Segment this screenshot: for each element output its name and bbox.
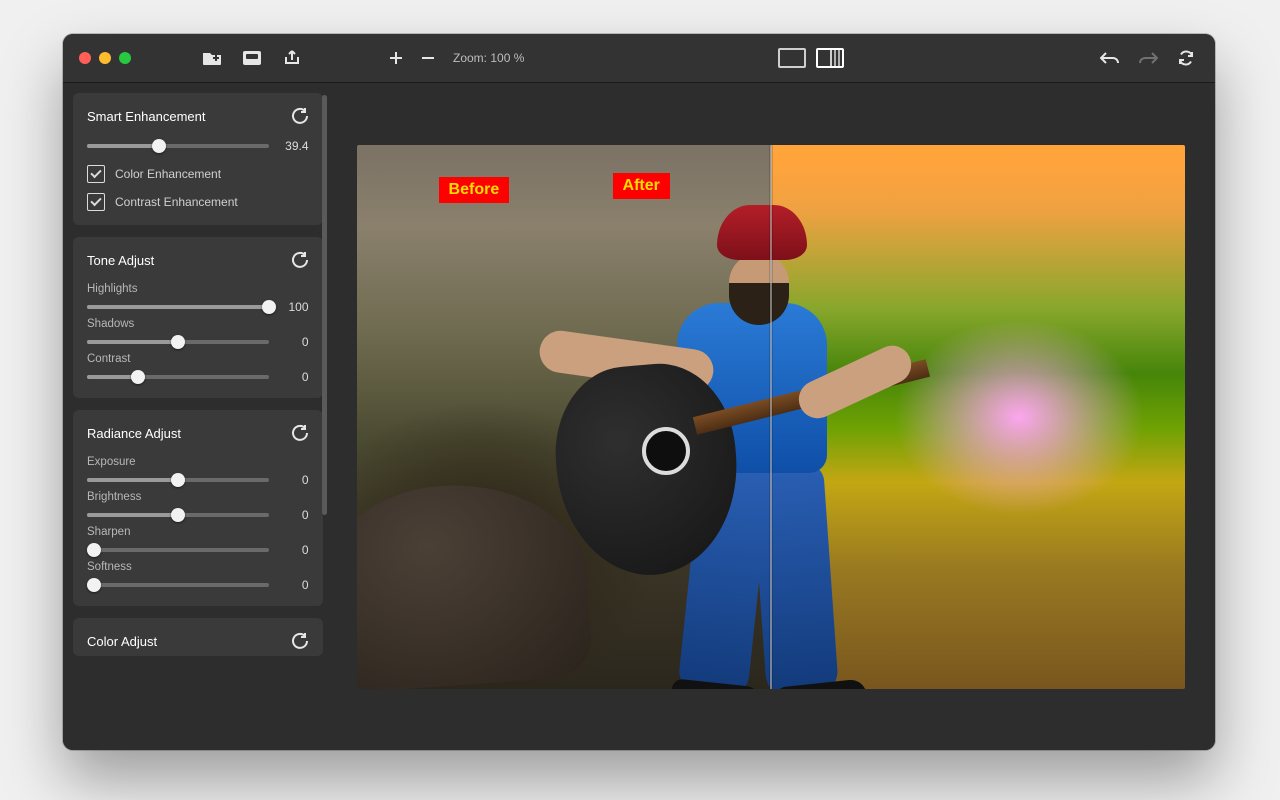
compare-divider[interactable]: [770, 145, 771, 689]
zoom-level-label: Zoom: 100 %: [453, 51, 524, 65]
sidebar[interactable]: Smart Enhancement 39.4 Color Enhancement: [63, 83, 331, 750]
panel-title: Tone Adjust: [87, 253, 154, 268]
exposure-value: 0: [279, 473, 309, 487]
smart-amount-value: 39.4: [279, 139, 309, 153]
after-badge: After: [613, 173, 670, 199]
exposure-label: Exposure: [87, 456, 309, 468]
refresh-icon: [1178, 50, 1194, 66]
contrast-value: 0: [279, 370, 309, 384]
main-body: Smart Enhancement 39.4 Color Enhancement: [63, 83, 1215, 750]
highlights-label: Highlights: [87, 283, 309, 295]
add-image-button[interactable]: [199, 45, 225, 71]
brightness-label: Brightness: [87, 491, 309, 503]
panel-radiance-adjust: Radiance Adjust Exposure 0 Brightness: [73, 410, 323, 606]
reset-icon: [291, 424, 309, 442]
sharpen-label: Sharpen: [87, 526, 309, 538]
titlebar: Zoom: 100 %: [63, 34, 1215, 83]
redo-button[interactable]: [1135, 45, 1161, 71]
brightness-slider[interactable]: [87, 513, 269, 517]
softness-label: Softness: [87, 561, 309, 573]
scrollbar[interactable]: [322, 95, 327, 515]
reset-tone-button[interactable]: [291, 251, 309, 269]
panel-title: Radiance Adjust: [87, 426, 181, 441]
color-enhancement-checkbox[interactable]: [87, 165, 105, 183]
window-controls: [79, 52, 131, 64]
single-view-button[interactable]: [778, 48, 806, 68]
reset-icon: [291, 107, 309, 125]
undo-icon: [1100, 51, 1120, 65]
folder-plus-icon: [202, 50, 222, 66]
highlights-value: 100: [279, 300, 309, 314]
contrast-label: Contrast: [87, 353, 309, 365]
reset-icon: [291, 251, 309, 269]
zoom-in-button[interactable]: [383, 45, 409, 71]
contrast-slider[interactable]: [87, 375, 269, 379]
zoom-controls: Zoom: 100 %: [383, 45, 524, 71]
highlights-slider[interactable]: [87, 305, 269, 309]
minus-icon: [421, 51, 435, 65]
reset-color-button[interactable]: [291, 632, 309, 650]
color-enhancement-label: Color Enhancement: [115, 167, 221, 181]
image-canvas[interactable]: Before After: [357, 145, 1185, 689]
split-view-button[interactable]: [816, 48, 844, 68]
sharpen-value: 0: [279, 543, 309, 557]
panel-tone-adjust: Tone Adjust Highlights 100 Shadows: [73, 237, 323, 398]
reset-smart-button[interactable]: [291, 107, 309, 125]
contrast-enhancement-label: Contrast Enhancement: [115, 195, 238, 209]
panel-smart-enhancement: Smart Enhancement 39.4 Color Enhancement: [73, 93, 323, 225]
exposure-slider[interactable]: [87, 478, 269, 482]
sharpen-slider[interactable]: [87, 548, 269, 552]
shadows-value: 0: [279, 335, 309, 349]
save-button[interactable]: [239, 45, 265, 71]
plus-icon: [389, 51, 403, 65]
reset-radiance-button[interactable]: [291, 424, 309, 442]
minimize-window-button[interactable]: [99, 52, 111, 64]
share-icon: [283, 50, 301, 66]
view-mode-toggle: [778, 48, 844, 68]
reset-icon: [291, 632, 309, 650]
after-image: [771, 145, 1185, 689]
close-window-button[interactable]: [79, 52, 91, 64]
shadows-slider[interactable]: [87, 340, 269, 344]
softness-slider[interactable]: [87, 583, 269, 587]
maximize-window-button[interactable]: [119, 52, 131, 64]
shadows-label: Shadows: [87, 318, 309, 330]
canvas-area: Before After: [331, 83, 1215, 750]
panel-color-adjust: Color Adjust: [73, 618, 323, 656]
app-window: Zoom: 100 % Smar: [63, 34, 1215, 750]
smart-amount-slider[interactable]: [87, 144, 269, 148]
save-icon: [243, 51, 261, 65]
zoom-out-button[interactable]: [415, 45, 441, 71]
softness-value: 0: [279, 578, 309, 592]
before-image: [357, 145, 771, 689]
panel-title: Color Adjust: [87, 634, 157, 649]
brightness-value: 0: [279, 508, 309, 522]
refresh-button[interactable]: [1173, 45, 1199, 71]
undo-button[interactable]: [1097, 45, 1123, 71]
redo-icon: [1138, 51, 1158, 65]
before-badge: Before: [439, 177, 510, 203]
panel-title: Smart Enhancement: [87, 109, 206, 124]
share-button[interactable]: [279, 45, 305, 71]
contrast-enhancement-checkbox[interactable]: [87, 193, 105, 211]
